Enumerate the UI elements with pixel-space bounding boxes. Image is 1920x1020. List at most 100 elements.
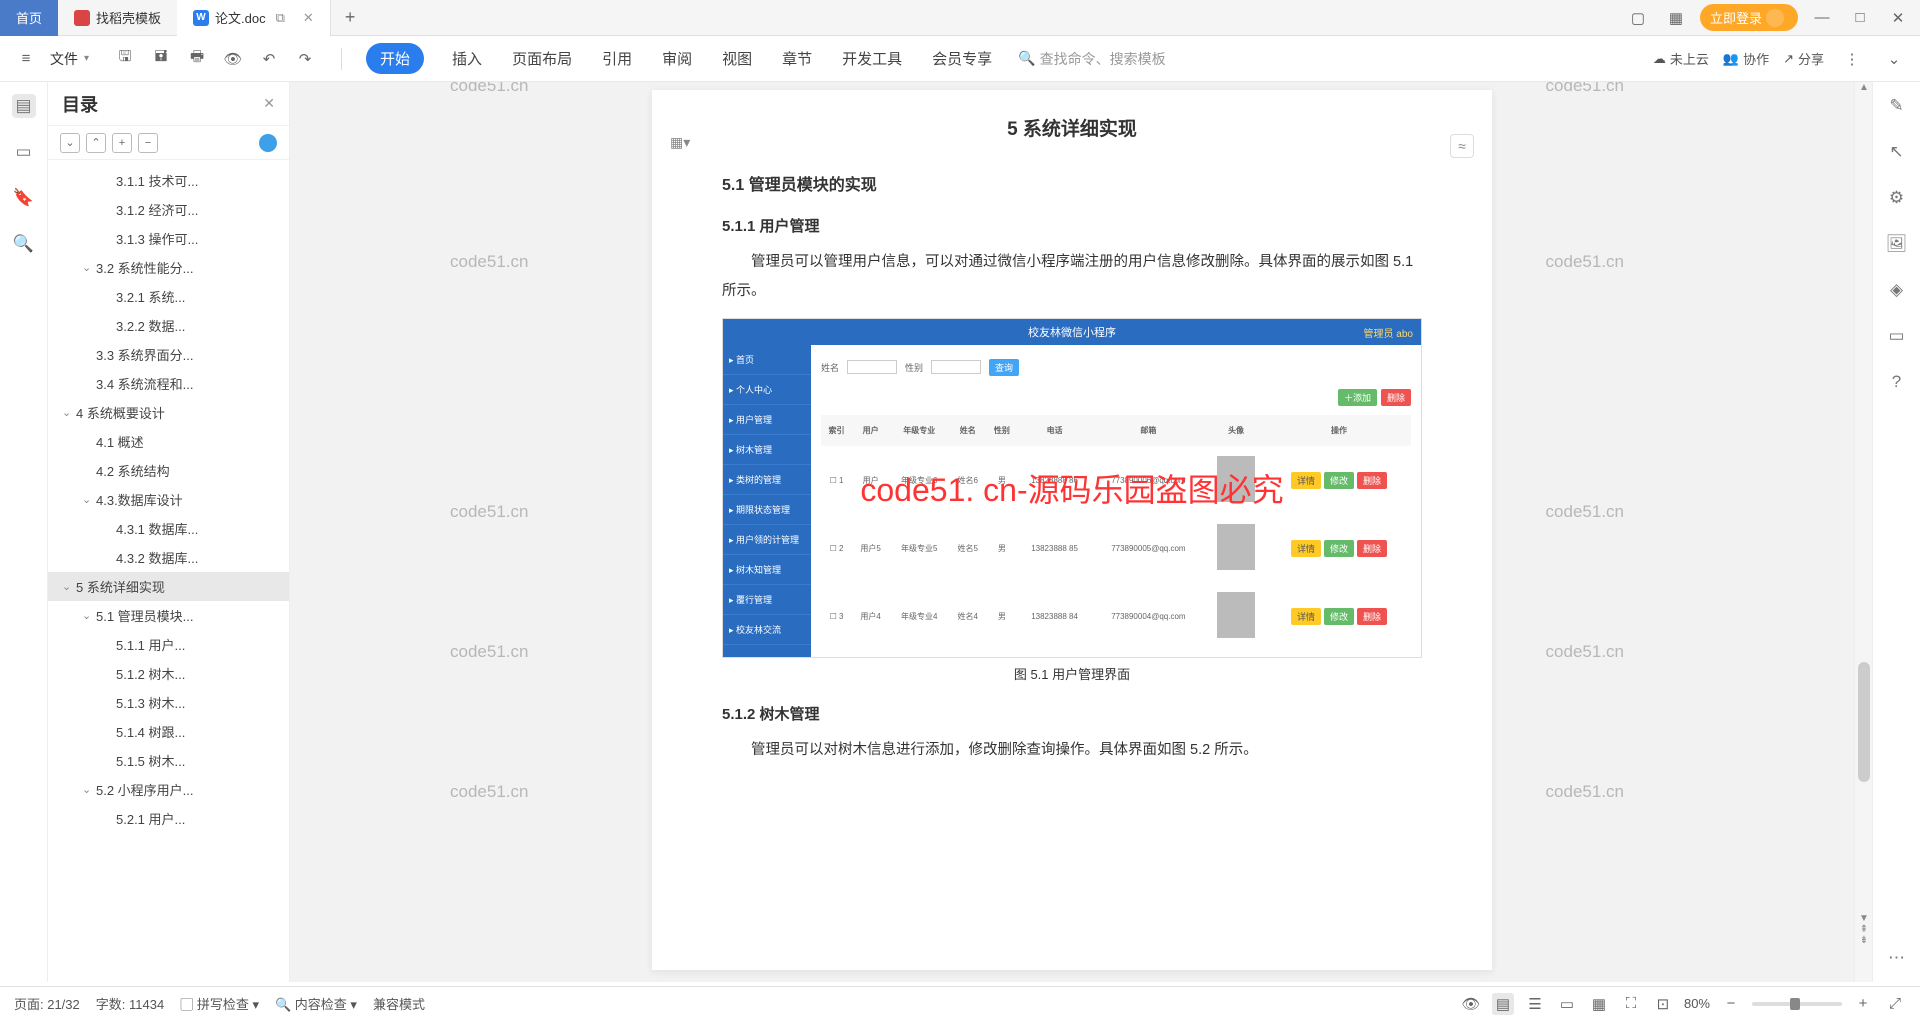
toc-item[interactable]: 4.3.1 数据库... xyxy=(48,514,289,543)
window-layout-icon[interactable]: ▢ xyxy=(1624,4,1652,32)
save-as-icon[interactable]: 🖬 xyxy=(147,45,175,73)
share-button[interactable]: ↗ 分享 xyxy=(1783,49,1824,68)
figure-image[interactable]: code51. cn-源码乐园盗图必究 校友林微信小程序 管理员 abo ▸ 首… xyxy=(722,318,1422,658)
tab-template[interactable]: 找稻壳模板 xyxy=(58,0,177,36)
heading-1[interactable]: 5 系统详细实现 xyxy=(722,114,1422,141)
collapse-ribbon-icon[interactable]: ⌄ xyxy=(1880,45,1908,73)
add-level-icon[interactable]: + xyxy=(112,133,132,153)
diamond-icon[interactable]: ◈ xyxy=(1885,278,1909,302)
redo-icon[interactable]: ↷ xyxy=(291,45,319,73)
toc-item[interactable]: 4.3.2 数据库... xyxy=(48,543,289,572)
tab-home[interactable]: 首页 xyxy=(0,0,58,36)
toc-item[interactable]: 3.2.1 系统... xyxy=(48,282,289,311)
cursor-icon[interactable]: ↖ xyxy=(1885,140,1909,164)
hamburger-icon[interactable]: ≡ xyxy=(12,45,40,73)
view-outline-icon[interactable]: ☰ xyxy=(1524,993,1546,1015)
close-outline-icon[interactable]: ✕ xyxy=(263,95,275,112)
toc-item[interactable]: ⌄4 系统概要设计 xyxy=(48,398,289,427)
remove-level-icon[interactable]: − xyxy=(138,133,158,153)
view-web-icon[interactable]: ▭ xyxy=(1556,993,1578,1015)
scroll-up-icon[interactable]: ▲ xyxy=(1855,82,1873,100)
toc-item[interactable]: 3.1.3 操作可... xyxy=(48,224,289,253)
toc-item[interactable]: 3.1.1 技术可... xyxy=(48,166,289,195)
menu-ref[interactable]: 引用 xyxy=(600,44,634,73)
collapse-all-icon[interactable]: ⌄ xyxy=(60,133,80,153)
document-page[interactable]: ▦▾ ≈ 5 系统详细实现 5.1 管理员模块的实现 5.1.1 用户管理 管理… xyxy=(652,90,1492,970)
figure-caption[interactable]: 图 5.1 用户管理界面 xyxy=(722,664,1422,683)
scrollbar[interactable]: ▲ ▼⇞⇟ xyxy=(1854,82,1872,982)
toc-item[interactable]: 3.4 系统流程和... xyxy=(48,369,289,398)
menu-layout[interactable]: 页面布局 xyxy=(510,44,574,73)
toc-item[interactable]: 5.2.1 用户... xyxy=(48,804,289,833)
menu-start[interactable]: 开始 xyxy=(366,43,424,74)
view-read-icon[interactable]: ▦ xyxy=(1588,993,1610,1015)
menu-chapter[interactable]: 章节 xyxy=(780,44,814,73)
ribbon-icon[interactable]: 🔖 xyxy=(12,186,36,210)
toc-item[interactable]: 4.2 系统结构 xyxy=(48,456,289,485)
toc-item[interactable]: 5.1.3 树木... xyxy=(48,688,289,717)
expand-all-icon[interactable]: ⌃ xyxy=(86,133,106,153)
scroll-thumb[interactable] xyxy=(1858,662,1870,782)
zoom-slider[interactable] xyxy=(1752,1002,1842,1006)
toc-item[interactable]: 5.1.2 树木... xyxy=(48,659,289,688)
print-icon[interactable]: 🖶 xyxy=(183,45,211,73)
toc-item[interactable]: ⌄4.3.数据库设计 xyxy=(48,485,289,514)
expand-icon[interactable]: ⤢ xyxy=(1884,993,1906,1015)
maximize-icon[interactable]: □ xyxy=(1846,4,1874,32)
word-count[interactable]: 字数: 11434 xyxy=(96,994,164,1013)
apps-icon[interactable]: ▦ xyxy=(1662,4,1690,32)
cloud-status[interactable]: ☁ 未上云 xyxy=(1653,49,1709,68)
close-icon[interactable]: ✕ xyxy=(303,10,314,26)
menu-review[interactable]: 审阅 xyxy=(660,44,694,73)
toc-item[interactable]: 5.1.4 树跟... xyxy=(48,717,289,746)
toc-item[interactable]: 4.1 概述 xyxy=(48,427,289,456)
collab-button[interactable]: 👥 协作 xyxy=(1723,49,1769,68)
compat-mode[interactable]: 兼容模式 xyxy=(373,994,425,1013)
refresh-icon[interactable] xyxy=(259,134,277,152)
heading-3[interactable]: 5.1.2 树木管理 xyxy=(722,703,1422,724)
paragraph[interactable]: 管理员可以管理用户信息，可以对通过微信小程序端注册的用户信息修改删除。具体界面的… xyxy=(722,248,1422,306)
toc-item[interactable]: ⌄5 系统详细实现 xyxy=(48,572,289,601)
toc-item[interactable]: 5.1.1 用户... xyxy=(48,630,289,659)
scroll-down-icon[interactable]: ▼⇞⇟ xyxy=(1855,913,1873,946)
paragraph[interactable]: 管理员可以对树木信息进行添加，修改删除查询操作。具体界面如图 5.2 所示。 xyxy=(722,736,1422,765)
eye-icon[interactable]: 👁 xyxy=(1460,993,1482,1015)
toc-item[interactable]: 3.3 系统界面分... xyxy=(48,340,289,369)
zoom-in-icon[interactable]: + xyxy=(1852,993,1874,1015)
more-tools-icon[interactable]: ⋯ xyxy=(1885,946,1909,970)
command-search[interactable]: 🔍 查找命令、搜索模板 xyxy=(1018,49,1165,69)
print-preview-icon[interactable]: 👁 xyxy=(219,45,247,73)
undo-icon[interactable]: ↶ xyxy=(255,45,283,73)
duplicate-icon[interactable]: ⧉ xyxy=(276,10,285,26)
zoom-out-icon[interactable]: − xyxy=(1720,993,1742,1015)
spell-check[interactable]: ▢ 拼写检查 ▾ xyxy=(180,994,259,1013)
tab-document[interactable]: W 论文.doc ⧉ ✕ xyxy=(177,0,331,36)
view-fullscreen-icon[interactable]: ⛶ xyxy=(1620,993,1642,1015)
toc-item[interactable]: ⌄5.1 管理员模块... xyxy=(48,601,289,630)
menu-insert[interactable]: 插入 xyxy=(450,44,484,73)
menu-dev[interactable]: 开发工具 xyxy=(840,44,904,73)
save-icon[interactable]: 🖫 xyxy=(111,45,139,73)
settings-icon[interactable]: ⚙ xyxy=(1885,186,1909,210)
search-panel-icon[interactable]: 🔍 xyxy=(12,232,36,256)
page-collapse-icon[interactable]: ≈ xyxy=(1450,134,1474,158)
zoom-fit-icon[interactable]: ⊡ xyxy=(1652,993,1674,1015)
zoom-level[interactable]: 80% xyxy=(1684,996,1710,1011)
login-button[interactable]: 立即登录 xyxy=(1700,4,1798,31)
outline-icon[interactable]: ▤ xyxy=(12,94,36,118)
close-window-icon[interactable]: ✕ xyxy=(1884,4,1912,32)
file-menu[interactable]: 文件▾ xyxy=(44,49,95,69)
pen-icon[interactable]: ✎ xyxy=(1885,94,1909,118)
bookmark-icon[interactable]: ▭ xyxy=(12,140,36,164)
toc-item[interactable]: 3.1.2 经济可... xyxy=(48,195,289,224)
page-indicator[interactable]: 页面: 21/32 xyxy=(14,994,80,1013)
view-page-icon[interactable]: ▤ xyxy=(1492,993,1514,1015)
more-icon[interactable]: ⋮ xyxy=(1838,45,1866,73)
menu-vip[interactable]: 会员专享 xyxy=(930,44,994,73)
heading-2[interactable]: 5.1 管理员模块的实现 xyxy=(722,171,1422,195)
toc-item[interactable]: 5.1.5 树木... xyxy=(48,746,289,775)
toc-item[interactable]: ⌄3.2 系统性能分... xyxy=(48,253,289,282)
toc-item[interactable]: 3.2.2 数据... xyxy=(48,311,289,340)
heading-3[interactable]: 5.1.1 用户管理 xyxy=(722,215,1422,236)
minimize-icon[interactable]: — xyxy=(1808,4,1836,32)
